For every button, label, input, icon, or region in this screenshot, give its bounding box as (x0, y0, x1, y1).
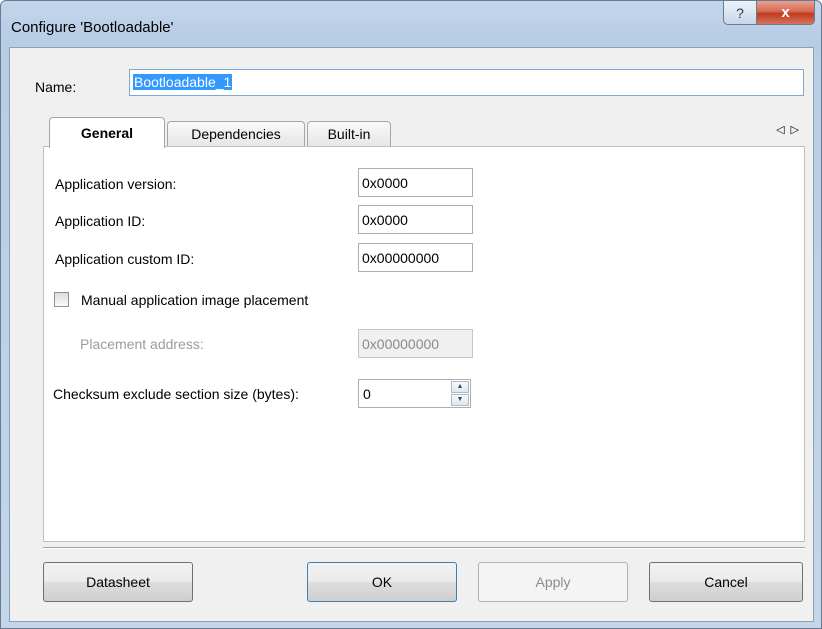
tab-general-label: General (80, 125, 134, 141)
footer-separator (43, 547, 805, 549)
close-icon: x (781, 4, 790, 21)
checksum-exclude-value: 0 (363, 386, 371, 402)
ok-button[interactable]: OK (307, 562, 457, 602)
caption-buttons: ? x (723, 1, 815, 25)
apply-button: Apply (478, 562, 628, 602)
general-tab-panel: Application version: 0x0000 Application … (43, 146, 805, 542)
app-id-label: Application ID: (55, 213, 146, 229)
tab-dependencies[interactable]: Dependencies (167, 121, 305, 146)
tab-built-in-label: Built-in (327, 126, 371, 142)
tab-scroll-arrows: ◁▷ (776, 123, 805, 136)
placement-address-input: 0x00000000 (358, 329, 473, 358)
checksum-exclude-label: Checksum exclude section size (bytes): (53, 386, 299, 402)
spin-up-button[interactable]: ▲ (451, 381, 469, 393)
tab-scroll-left-icon[interactable]: ◁ (776, 124, 790, 136)
window-title: Configure 'Bootloadable' (11, 19, 174, 36)
tab-built-in[interactable]: Built-in (307, 121, 391, 146)
ok-button-label: OK (371, 574, 393, 590)
manual-placement-label: Manual application image placement (81, 292, 309, 308)
manual-placement-checkbox[interactable] (54, 292, 69, 307)
help-icon: ? (736, 4, 744, 21)
checksum-exclude-stepper[interactable]: 0 ▲ ▼ (358, 379, 471, 408)
spin-down-icon: ▼ (456, 396, 464, 403)
spin-down-button[interactable]: ▼ (451, 394, 469, 406)
app-version-input[interactable]: 0x0000 (358, 168, 473, 197)
tab-strip: General Dependencies Built-in ◁▷ (43, 117, 805, 148)
name-input-selected-text: Bootloadable_1 (133, 74, 233, 90)
name-label: Name: (35, 79, 77, 95)
app-version-label: Application version: (55, 176, 177, 192)
datasheet-button-label: Datasheet (86, 574, 150, 590)
datasheet-button[interactable]: Datasheet (43, 562, 193, 602)
help-button[interactable]: ? (723, 1, 757, 25)
app-custom-id-input[interactable]: 0x00000000 (358, 243, 473, 272)
app-custom-id-label: Application custom ID: (55, 251, 195, 267)
tab-dependencies-label: Dependencies (191, 126, 281, 142)
name-input[interactable]: Bootloadable_1 (129, 69, 804, 96)
configure-dialog: Configure 'Bootloadable' ? x Name: Bootl… (0, 0, 822, 629)
spin-up-icon: ▲ (456, 383, 464, 390)
cancel-button-label: Cancel (704, 574, 748, 590)
cancel-button[interactable]: Cancel (649, 562, 803, 602)
placement-address-label: Placement address: (80, 336, 204, 352)
app-id-input[interactable]: 0x0000 (358, 205, 473, 234)
apply-button-label: Apply (535, 574, 571, 590)
close-button[interactable]: x (757, 1, 815, 25)
tab-general[interactable]: General (49, 117, 165, 148)
tab-scroll-right-icon[interactable]: ▷ (791, 124, 805, 136)
title-bar[interactable]: Configure 'Bootloadable' ? x (1, 1, 821, 47)
